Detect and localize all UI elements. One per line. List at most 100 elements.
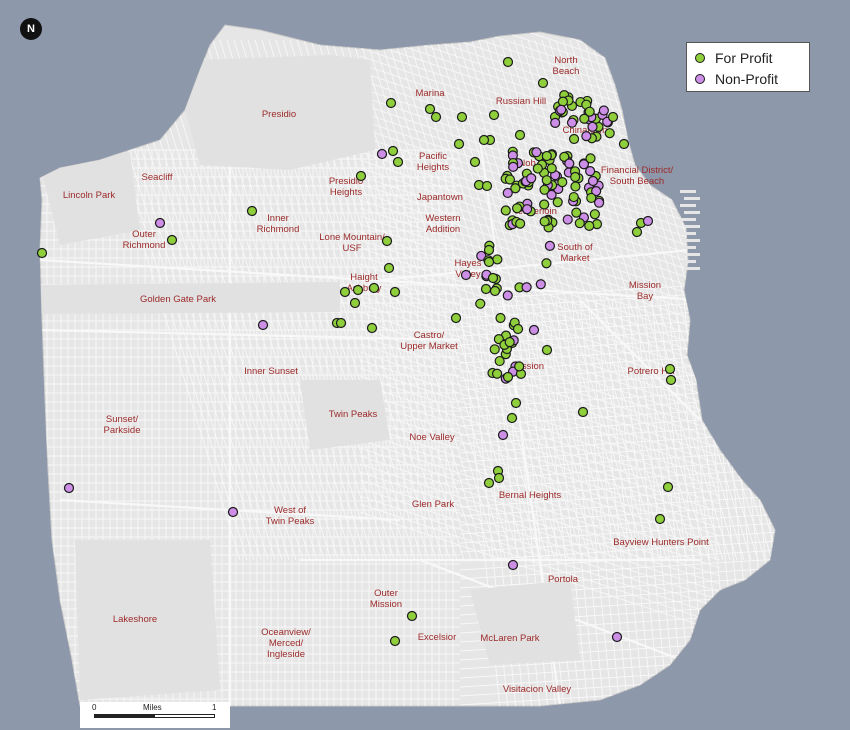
for-profit-point[interactable]	[430, 111, 442, 123]
non-profit-point[interactable]	[460, 269, 472, 281]
non-profit-point[interactable]	[154, 217, 166, 229]
for-profit-point[interactable]	[475, 298, 486, 309]
for-profit-point[interactable]	[662, 481, 674, 493]
for-profit-point[interactable]	[546, 163, 557, 174]
for-profit-point[interactable]	[570, 171, 581, 183]
for-profit-point[interactable]	[383, 262, 395, 274]
for-profit-point[interactable]	[665, 374, 677, 386]
for-profit-point[interactable]	[586, 192, 597, 204]
for-profit-point[interactable]	[552, 197, 563, 208]
non-profit-point[interactable]	[63, 482, 75, 494]
for-profit-point[interactable]	[166, 234, 178, 246]
for-profit-point[interactable]	[478, 134, 490, 146]
non-profit-point[interactable]	[528, 324, 540, 336]
non-profit-point[interactable]	[587, 121, 598, 132]
for-profit-point[interactable]	[579, 113, 590, 124]
for-profit-point[interactable]	[493, 472, 505, 484]
for-profit-point[interactable]	[352, 284, 364, 296]
for-profit-point[interactable]	[589, 209, 600, 220]
for-profit-point[interactable]	[570, 181, 581, 192]
for-profit-point[interactable]	[500, 205, 511, 216]
non-profit-point[interactable]	[566, 117, 578, 128]
map-view[interactable]: North Beach Marina Russian Hill Presidio Chin…	[0, 0, 850, 730]
non-profit-point[interactable]	[598, 105, 609, 116]
for-profit-point[interactable]	[512, 323, 524, 335]
for-profit-point[interactable]	[539, 199, 550, 210]
non-profit-point[interactable]	[502, 290, 513, 301]
non-profit-point[interactable]	[535, 279, 546, 290]
for-profit-point[interactable]	[368, 282, 380, 294]
for-profit-point[interactable]	[469, 156, 481, 168]
for-profit-point[interactable]	[389, 635, 401, 647]
for-profit-point[interactable]	[577, 406, 589, 418]
non-profit-point[interactable]	[507, 559, 519, 571]
for-profit-point[interactable]	[483, 477, 495, 489]
for-profit-point[interactable]	[489, 344, 500, 355]
for-profit-point[interactable]	[385, 97, 397, 109]
for-profit-point[interactable]	[502, 56, 514, 68]
for-profit-point[interactable]	[483, 256, 495, 268]
for-profit-point[interactable]	[456, 111, 468, 123]
non-profit-point[interactable]	[544, 240, 556, 251]
non-profit-point[interactable]	[257, 319, 269, 331]
for-profit-point[interactable]	[480, 283, 492, 295]
for-profit-point[interactable]	[539, 216, 550, 227]
for-profit-point[interactable]	[489, 285, 501, 297]
sf-map-canvas[interactable]: North BeachMarinaRussian HillPresidioChin…	[0, 0, 850, 730]
non-profit-point[interactable]	[550, 117, 561, 128]
non-profit-point[interactable]	[611, 631, 623, 643]
for-profit-point[interactable]	[514, 361, 525, 372]
for-profit-point[interactable]	[424, 103, 436, 115]
for-profit-point[interactable]	[483, 244, 495, 256]
for-profit-point[interactable]	[654, 513, 666, 525]
for-profit-point[interactable]	[537, 77, 549, 89]
for-profit-point[interactable]	[387, 145, 399, 157]
non-profit-point[interactable]	[376, 148, 388, 160]
for-profit-point[interactable]	[495, 312, 506, 324]
for-profit-point[interactable]	[506, 412, 518, 424]
for-profit-point[interactable]	[487, 272, 499, 284]
for-profit-point[interactable]	[541, 150, 552, 162]
for-profit-point[interactable]	[511, 203, 523, 214]
non-profit-point[interactable]	[642, 215, 654, 227]
for-profit-point[interactable]	[584, 220, 595, 231]
for-profit-point[interactable]	[541, 258, 552, 269]
for-profit-point[interactable]	[481, 180, 493, 192]
non-profit-point[interactable]	[587, 175, 599, 187]
for-profit-point[interactable]	[488, 109, 500, 121]
for-profit-point[interactable]	[504, 174, 516, 185]
for-profit-point[interactable]	[355, 170, 367, 182]
for-profit-point[interactable]	[631, 226, 643, 238]
for-profit-point[interactable]	[664, 363, 676, 375]
for-profit-point[interactable]	[557, 177, 568, 188]
for-profit-point[interactable]	[568, 191, 579, 203]
for-profit-point[interactable]	[541, 175, 552, 186]
for-profit-point[interactable]	[510, 397, 522, 409]
non-profit-point[interactable]	[227, 506, 239, 518]
non-profit-point[interactable]	[508, 161, 519, 172]
for-profit-point[interactable]	[515, 218, 526, 229]
for-profit-point[interactable]	[585, 153, 596, 164]
non-profit-point[interactable]	[581, 131, 592, 142]
non-profit-point[interactable]	[562, 214, 573, 225]
non-profit-point[interactable]	[556, 104, 567, 115]
for-profit-point[interactable]	[557, 96, 569, 107]
for-profit-point[interactable]	[450, 312, 462, 324]
for-profit-point[interactable]	[514, 129, 526, 141]
for-profit-point[interactable]	[392, 156, 404, 168]
for-profit-point[interactable]	[492, 368, 503, 379]
non-profit-point[interactable]	[521, 282, 532, 293]
non-profit-point[interactable]	[526, 173, 537, 184]
for-profit-point[interactable]	[339, 286, 351, 298]
for-profit-point[interactable]	[381, 235, 393, 247]
for-profit-point[interactable]	[607, 111, 619, 123]
for-profit-point[interactable]	[246, 205, 258, 217]
for-profit-point[interactable]	[492, 254, 503, 265]
for-profit-point[interactable]	[571, 207, 582, 218]
for-profit-point[interactable]	[494, 355, 505, 367]
for-profit-point[interactable]	[335, 317, 347, 329]
for-profit-point[interactable]	[568, 133, 580, 145]
non-profit-point[interactable]	[564, 158, 575, 169]
for-profit-point[interactable]	[502, 371, 514, 383]
for-profit-point[interactable]	[453, 138, 465, 150]
